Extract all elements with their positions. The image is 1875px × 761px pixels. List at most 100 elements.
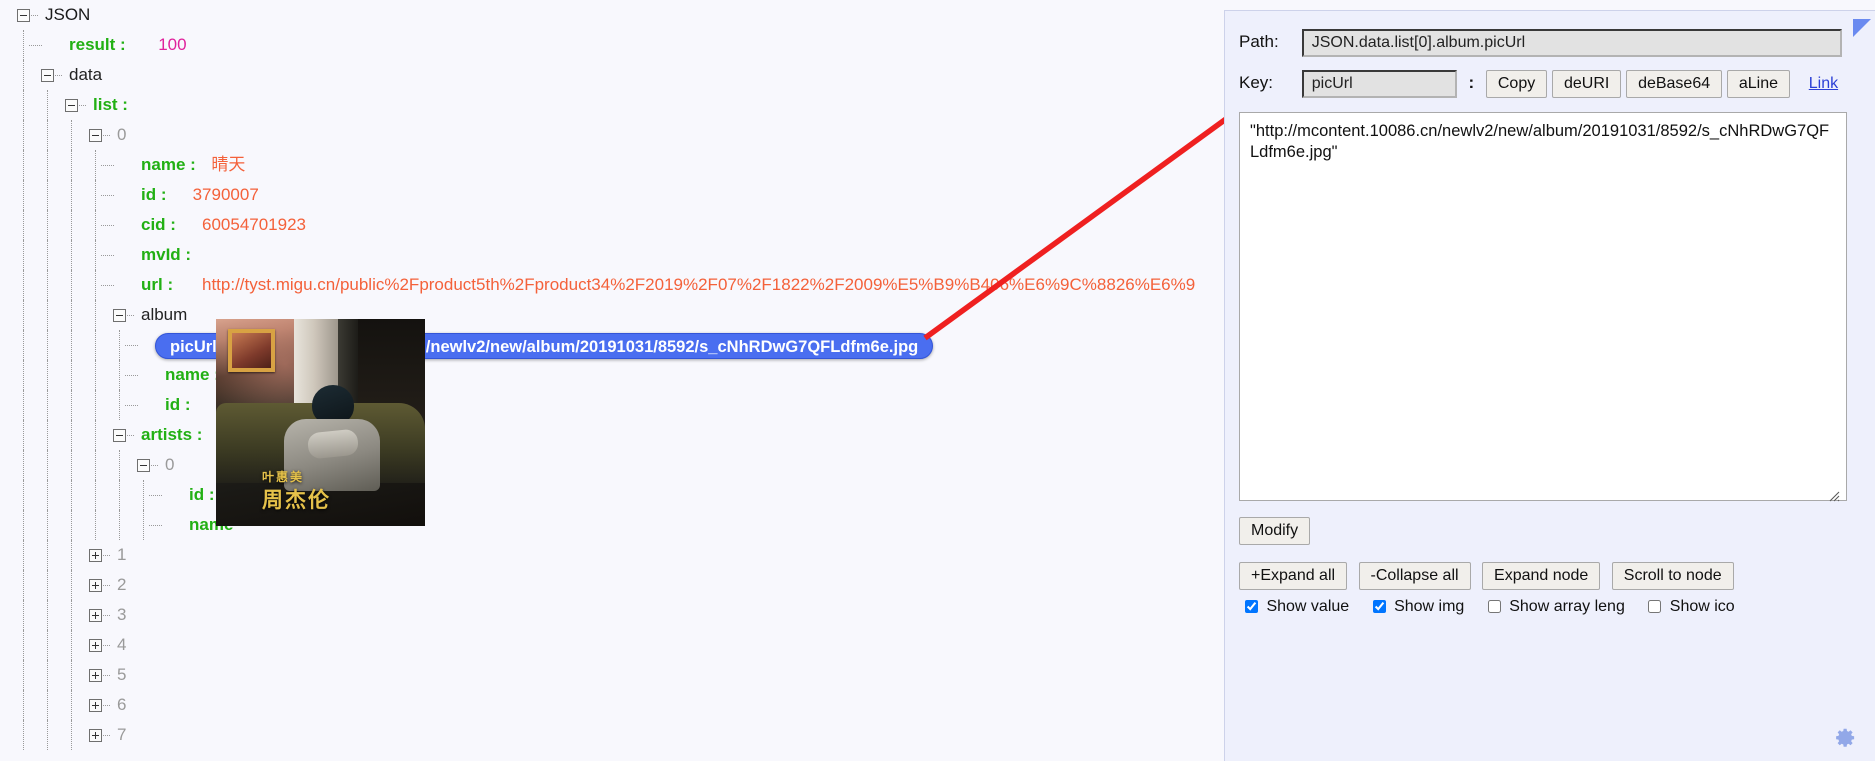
tree-row[interactable]: cid :60054701923 bbox=[0, 210, 1224, 240]
tree-guide-line bbox=[71, 690, 72, 720]
json-tree-pane[interactable]: JSONresult :100datalist :0name :晴天id :37… bbox=[0, 0, 1224, 761]
copy-button[interactable]: Copy bbox=[1486, 70, 1547, 98]
modify-button[interactable]: Modify bbox=[1239, 517, 1310, 545]
tree-row[interactable]: name bbox=[0, 510, 1224, 540]
show-ico-option[interactable]: Show ico bbox=[1644, 598, 1734, 615]
expand-toggle-icon[interactable] bbox=[89, 549, 102, 562]
show-array-leng-label: Show array leng bbox=[1509, 598, 1625, 615]
tree-guide-line bbox=[23, 570, 24, 600]
tree-guide-line bbox=[47, 450, 48, 480]
value-textarea[interactable]: "http://mcontent.10086.cn/newlv2/new/alb… bbox=[1239, 112, 1847, 501]
tree-node-key: name : bbox=[141, 150, 196, 180]
tree-row[interactable]: result :100 bbox=[0, 30, 1224, 60]
tree-guide-line bbox=[143, 480, 144, 510]
tree-guide-line bbox=[71, 120, 72, 150]
key-input[interactable] bbox=[1302, 70, 1457, 98]
scroll-to-node-button[interactable]: Scroll to node bbox=[1612, 562, 1734, 590]
tree-guide-line bbox=[23, 270, 24, 300]
expand-toggle-icon[interactable] bbox=[89, 579, 102, 592]
tree-guide-line bbox=[95, 150, 96, 180]
tree-row[interactable]: 6 bbox=[0, 690, 1224, 720]
tree-row[interactable]: url :http://tyst.migu.cn/public%2Fproduc… bbox=[0, 270, 1224, 300]
tree-guide-line bbox=[71, 630, 72, 660]
tree-connector bbox=[125, 375, 138, 376]
tree-row[interactable]: 2 bbox=[0, 570, 1224, 600]
tree-row[interactable]: list : bbox=[0, 90, 1224, 120]
tree-row[interactable]: 3 bbox=[0, 600, 1224, 630]
expand-toggle-icon[interactable] bbox=[89, 609, 102, 622]
collapse-all-button[interactable]: -Collapse all bbox=[1359, 562, 1471, 590]
tree-row[interactable]: 5 bbox=[0, 660, 1224, 690]
tree-connector bbox=[55, 75, 62, 76]
tree-guide-line bbox=[71, 180, 72, 210]
expand-toggle-icon[interactable] bbox=[89, 669, 102, 682]
tree-row[interactable]: name :晴天 bbox=[0, 150, 1224, 180]
expand-node-button[interactable]: Expand node bbox=[1482, 562, 1600, 590]
tree-guide-line bbox=[71, 270, 72, 300]
tree-guide-line bbox=[119, 450, 120, 480]
tree-row[interactable]: id :859 bbox=[0, 390, 1224, 420]
expand-toggle-icon[interactable] bbox=[89, 639, 102, 652]
tree-row[interactable]: id : bbox=[0, 480, 1224, 510]
path-input[interactable] bbox=[1302, 29, 1842, 57]
album-cover-title-sub: 叶惠美 bbox=[262, 471, 331, 484]
tree-guide-line bbox=[95, 180, 96, 210]
show-array-leng-option[interactable]: Show array leng bbox=[1484, 598, 1630, 615]
tree-row[interactable]: data bbox=[0, 60, 1224, 90]
tree-guide-line bbox=[23, 540, 24, 570]
tree-guide-line bbox=[119, 510, 120, 540]
tree-row[interactable]: 0 bbox=[0, 450, 1224, 480]
collapse-toggle-icon[interactable] bbox=[41, 69, 54, 82]
tree-connector bbox=[103, 675, 110, 676]
settings-gear-icon[interactable] bbox=[1829, 723, 1859, 753]
tree-row[interactable]: 0 bbox=[0, 120, 1224, 150]
tree-guide-line bbox=[23, 420, 24, 450]
json-viewer-app: JSONresult :100datalist :0name :晴天id :37… bbox=[0, 0, 1875, 761]
tree-array-index: 5 bbox=[117, 660, 126, 690]
expand-all-button[interactable]: +Expand all bbox=[1239, 562, 1347, 590]
tree-guide-line bbox=[71, 360, 72, 390]
tree-guide-line bbox=[23, 390, 24, 420]
debase64-button[interactable]: deBase64 bbox=[1626, 70, 1722, 98]
deuri-button[interactable]: deURI bbox=[1552, 70, 1621, 98]
show-value-checkbox[interactable] bbox=[1245, 600, 1258, 613]
tree-node-key: name : bbox=[165, 360, 220, 390]
show-ico-checkbox[interactable] bbox=[1648, 600, 1661, 613]
tree-row[interactable]: album bbox=[0, 300, 1224, 330]
tree-row[interactable]: 4 bbox=[0, 630, 1224, 660]
tree-row[interactable]: id :3790007 bbox=[0, 180, 1224, 210]
expand-toggle-icon[interactable] bbox=[89, 729, 102, 742]
tree-row[interactable]: name : bbox=[0, 360, 1224, 390]
show-img-option[interactable]: Show img bbox=[1369, 598, 1469, 615]
collapse-toggle-icon[interactable] bbox=[89, 129, 102, 142]
aline-button[interactable]: aLine bbox=[1727, 70, 1790, 98]
tree-guide-line bbox=[23, 690, 24, 720]
tree-node-key: id : bbox=[189, 480, 215, 510]
collapse-panel-triangle-icon[interactable] bbox=[1853, 19, 1871, 37]
tree-row[interactable]: JSON bbox=[0, 0, 1224, 30]
expand-toggle-icon[interactable] bbox=[89, 699, 102, 712]
tree-guide-line bbox=[47, 690, 48, 720]
show-array-leng-checkbox[interactable] bbox=[1488, 600, 1501, 613]
show-value-option[interactable]: Show value bbox=[1241, 598, 1354, 615]
tree-row[interactable]: picUrl : http://mcontent.10086.cn/newlv2… bbox=[0, 330, 1224, 360]
collapse-toggle-icon[interactable] bbox=[113, 429, 126, 442]
tree-row[interactable]: mvId : bbox=[0, 240, 1224, 270]
tree-guide-line bbox=[119, 360, 120, 390]
tree-row[interactable]: artists : bbox=[0, 420, 1224, 450]
key-separator: : bbox=[1461, 73, 1481, 93]
tree-node-key: cid : bbox=[141, 210, 176, 240]
collapse-toggle-icon[interactable] bbox=[65, 99, 78, 112]
tree-guide-line bbox=[71, 450, 72, 480]
tree-guide-line bbox=[47, 180, 48, 210]
show-img-checkbox[interactable] bbox=[1373, 600, 1386, 613]
tree-row[interactable]: 1 bbox=[0, 540, 1224, 570]
node-actions-row: +Expand all -Collapse all Expand node Sc… bbox=[1239, 562, 1741, 590]
tree-row[interactable]: 7 bbox=[0, 720, 1224, 750]
collapse-toggle-icon[interactable] bbox=[17, 9, 30, 22]
link-anchor[interactable]: Link bbox=[1809, 75, 1838, 93]
collapse-toggle-icon[interactable] bbox=[113, 309, 126, 322]
collapse-toggle-icon[interactable] bbox=[137, 459, 150, 472]
tree-guide-line bbox=[23, 360, 24, 390]
tree-connector bbox=[103, 735, 110, 736]
